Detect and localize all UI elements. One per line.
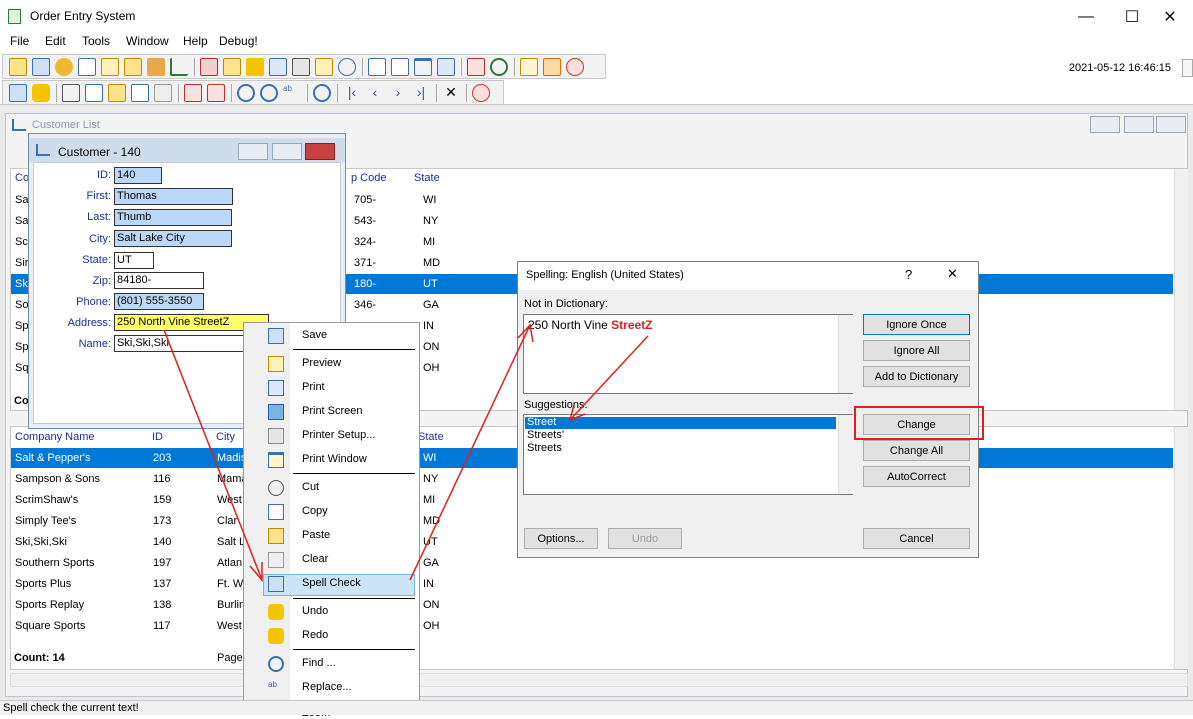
status-text: Spell check the current text! [3, 702, 139, 714]
annotation-arrows [163, 323, 649, 583]
status-bar [0, 700, 1193, 715]
arrow-address-to-spellcheck [163, 329, 263, 581]
annotation-arrow-group [163, 323, 649, 583]
arrow-word-to-suggestion [569, 335, 649, 421]
arrow-spellcheck-to-dialog [409, 324, 531, 581]
